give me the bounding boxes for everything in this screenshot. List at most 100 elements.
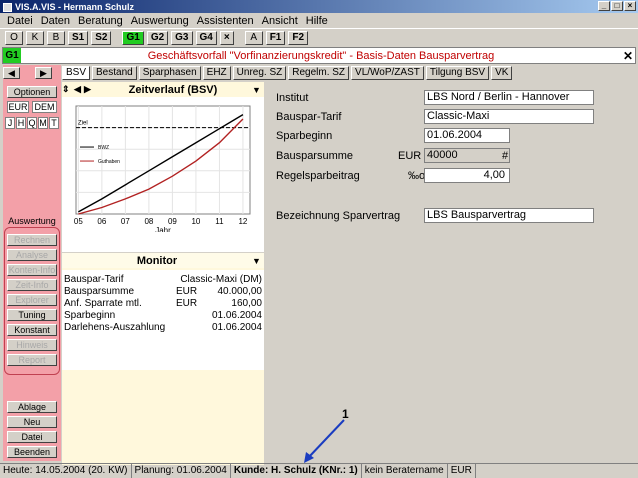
toolbar-b-button[interactable]: B <box>47 30 65 45</box>
tab-tilgung-bsv[interactable]: Tilgung BSV <box>425 66 490 80</box>
legend-label: BWZ <box>98 145 109 151</box>
menu-bar: Datei Daten Beratung Auswertung Assisten… <box>0 13 638 29</box>
tab-sparphasen[interactable]: Sparphasen <box>138 66 201 80</box>
analyse-button[interactable]: Analyse <box>7 249 57 261</box>
nav-back-icon[interactable]: ◀ <box>3 67 20 79</box>
konten-info-button[interactable]: Konten-Info <box>7 264 57 276</box>
neu-button[interactable]: Neu <box>7 416 57 428</box>
sidebar: ◀ ▶ Optionen EUR DEM J H Q M T Auswertun… <box>3 65 61 461</box>
toolbar-g3-button[interactable]: G3 <box>171 30 193 45</box>
auswertung-label: Auswertung <box>8 216 56 226</box>
summe-unit: EUR <box>398 150 422 162</box>
toolbar-g4-button[interactable]: G4 <box>195 30 217 45</box>
x-tick-label: 12 <box>238 217 247 226</box>
toolbar-s1-button[interactable]: S1 <box>68 30 89 45</box>
app-icon <box>3 2 12 12</box>
sort-icon[interactable]: ⇕ <box>62 84 74 95</box>
monitor-table: Bauspar-Tarif Classic-Maxi (DM) Bauspars… <box>62 270 264 370</box>
period-m-button[interactable]: M <box>38 117 48 129</box>
zeitverlauf-panel: ⇕ ◀ ▶ Zeitverlauf (BSV) ▼ Ziel BWZ Guthabe… <box>62 82 264 252</box>
sparbeginn-label: Sparbeginn <box>276 130 333 142</box>
toolbar-f2-button[interactable]: F2 <box>288 30 309 45</box>
menu-daten[interactable]: Daten <box>37 15 74 27</box>
beenden-button[interactable]: Beenden <box>7 446 57 458</box>
chevron-down-icon[interactable]: ▼ <box>252 85 264 95</box>
monitor-title: Monitor <box>136 254 178 267</box>
close-window-button[interactable]: × <box>624 1 636 11</box>
caption-tag: G1 <box>3 48 21 63</box>
prev-icon[interactable]: ◀ <box>74 84 84 95</box>
toolbar-o-button[interactable]: O <box>5 30 23 45</box>
menu-beratung[interactable]: Beratung <box>74 15 127 27</box>
next-icon[interactable]: ▶ <box>84 84 94 95</box>
period-h-button[interactable]: H <box>16 117 26 129</box>
legend-label: Guthaben <box>98 159 120 165</box>
menu-ansicht[interactable]: Ansicht <box>258 15 302 27</box>
zeitverlauf-title: Zeitverlauf (BSV) <box>128 83 218 96</box>
toolbar-s2-button[interactable]: S2 <box>91 30 112 45</box>
x-tick-label: 10 <box>191 217 200 226</box>
sparbeginn-field[interactable]: 01.06.2004 <box>424 128 510 143</box>
regel-unit: ‰o <box>408 170 426 182</box>
tab-regelm-sz[interactable]: Regelm. SZ <box>288 66 350 80</box>
status-today: Heute: 14.05.2004 (20. KW) <box>0 464 132 478</box>
caption-bar: G1 Geschäftsvorfall "Vorfinanzierungskre… <box>2 47 636 64</box>
institut-field[interactable]: LBS Nord / Berlin - Hannover <box>424 90 594 105</box>
zeitverlauf-chart: Ziel BWZ Guthaben 05 06 07 08 09 10 11 12 Jahr <box>74 105 251 232</box>
tab-bar: BSV Bestand Sparphasen EHZ Unreg. SZ Reg… <box>62 65 638 81</box>
basis-daten-form: Institut LBS Nord / Berlin - Hannover Ba… <box>266 82 638 462</box>
currency-eur-button[interactable]: EUR <box>7 101 29 113</box>
monitor-panel: Monitor ▼ Bauspar-Tarif Classic-Maxi (DM… <box>62 253 264 465</box>
tarif-label: Bauspar-Tarif <box>276 111 342 123</box>
maximize-button[interactable]: □ <box>611 1 623 11</box>
bezeichnung-label: Bezeichnung Sparvertrag <box>276 210 401 222</box>
nav-forward-icon[interactable]: ▶ <box>35 67 52 79</box>
zeit-info-button[interactable]: Zeit-Info <box>7 279 57 291</box>
caption-close-icon[interactable]: ✕ <box>621 49 635 63</box>
x-tick-label: 07 <box>121 217 130 226</box>
period-q-button[interactable]: Q <box>27 117 37 129</box>
regel-field[interactable]: 4,00 <box>424 168 510 183</box>
menu-datei[interactable]: Datei <box>3 15 37 27</box>
toolbar-g2-button[interactable]: G2 <box>146 30 169 45</box>
toolbar-k-button[interactable]: K <box>26 30 44 45</box>
title-bar: VIS.A.VIS - Hermann Schulz _ □ × <box>0 0 638 13</box>
datei-button[interactable]: Datei <box>7 431 57 443</box>
tuning-button[interactable]: Tuning <box>7 309 57 321</box>
tab-bsv[interactable]: BSV <box>62 66 91 80</box>
toolbar-g1-button[interactable]: G1 <box>122 30 144 45</box>
period-j-button[interactable]: J <box>5 117 15 129</box>
status-planung: Planung: 01.06.2004 <box>132 464 231 478</box>
x-tick-label: 05 <box>74 217 83 226</box>
tab-ehz[interactable]: EHZ <box>202 66 231 80</box>
report-button[interactable]: Report <box>7 354 57 366</box>
summe-hash: # <box>502 150 509 162</box>
period-t-button[interactable]: T <box>49 117 59 129</box>
optionen-button[interactable]: Optionen <box>7 86 57 98</box>
toolbar-close-icon[interactable]: × <box>219 30 234 45</box>
ablage-button[interactable]: Ablage <box>7 401 57 413</box>
tab-bestand[interactable]: Bestand <box>92 66 137 80</box>
x-axis-label: Jahr <box>155 226 171 232</box>
toolbar-a-button[interactable]: A <box>244 30 263 45</box>
menu-hilfe[interactable]: Hilfe <box>302 15 332 27</box>
status-currency: EUR <box>448 464 476 478</box>
tab-unreg-sz[interactable]: Unreg. SZ <box>232 66 287 80</box>
bezeichnung-field[interactable]: LBS Bausparvertrag <box>424 208 594 223</box>
currency-dem-button[interactable]: DEM <box>32 101 57 113</box>
chevron-down-icon[interactable]: ▼ <box>252 256 264 266</box>
hinweis-button[interactable]: Hinweis <box>7 339 57 351</box>
tarif-field[interactable]: Classic-Maxi <box>424 109 594 124</box>
summe-field[interactable]: 40000 <box>424 148 510 163</box>
tab-vl-wop-zast[interactable]: VL/WoP/ZAST <box>351 66 424 80</box>
minimize-button[interactable]: _ <box>598 1 610 11</box>
konstant-button[interactable]: Konstant <box>7 324 57 336</box>
menu-auswertung[interactable]: Auswertung <box>127 15 193 27</box>
menu-assistenten[interactable]: Assistenten <box>193 15 258 27</box>
explorer-button[interactable]: Explorer <box>7 294 57 306</box>
toolbar-f1-button[interactable]: F1 <box>265 30 286 45</box>
summe-label: Bausparsumme <box>276 150 354 162</box>
x-tick-label: 09 <box>168 217 177 226</box>
tab-vk[interactable]: VK <box>491 66 513 80</box>
rechnen-button[interactable]: Rechnen <box>7 234 57 246</box>
